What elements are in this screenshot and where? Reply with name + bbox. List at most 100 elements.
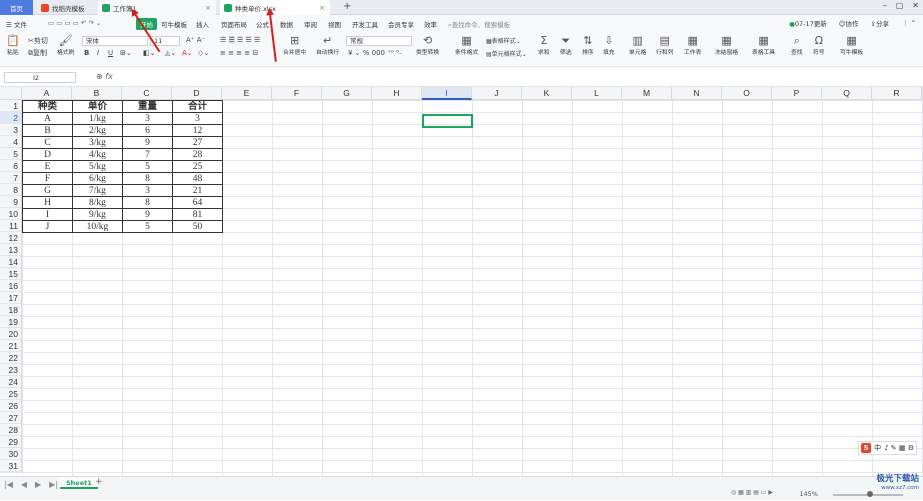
font-color-icon[interactable]: A⌄ [182,49,193,57]
format-painter-button[interactable]: 🖌 格式刷 [57,34,74,56]
table-cell[interactable]: B [22,124,73,137]
table-cell[interactable]: 3 [172,112,223,125]
table-cell[interactable]: 7/kg [72,184,123,197]
row-header[interactable]: 7 [0,172,22,184]
bold-icon[interactable]: B [84,49,89,57]
row-header[interactable]: 31 [0,460,22,472]
column-header[interactable]: H [372,87,422,100]
freeze-button[interactable]: ▦ 冻结窗格 [715,34,738,56]
column-header[interactable]: F [272,87,322,100]
table-cell[interactable]: 10/kg [72,220,123,233]
table-cell[interactable]: 50 [172,220,223,233]
tab-current-file[interactable]: 种类单价.xlsx × [220,0,330,15]
table-cell[interactable]: 81 [172,208,223,221]
table-cell[interactable]: 3 [122,112,173,125]
column-header[interactable]: I [422,87,472,100]
row-header[interactable]: 5 [0,148,22,160]
table-cell[interactable]: 3 [122,184,173,197]
maximize-icon[interactable]: ▢ [896,1,904,10]
fill-bucket-icon[interactable]: ◬⌄ [165,49,176,57]
quick-access-icons[interactable]: ▭ ▭ ▭ ▭ ↶ ↷ ⌄ [48,19,101,27]
table-cell[interactable]: J [22,220,73,233]
table-cell[interactable]: 3/kg [72,136,123,149]
border-icon[interactable]: ⊞⌄ [120,49,132,57]
table-cell[interactable]: 21 [172,184,223,197]
type-convert-button[interactable]: ⟲ 类型转换 [416,34,439,56]
row-header[interactable]: 1 [0,100,22,112]
column-header[interactable]: A [22,87,72,100]
table-cell[interactable]: 27 [172,136,223,149]
row-header[interactable]: 3 [0,124,22,136]
row-header[interactable]: 23 [0,364,22,376]
close-icon[interactable]: × [205,4,211,12]
row-header[interactable]: 21 [0,340,22,352]
menu-item[interactable]: 开发工具 [352,19,378,29]
row-header[interactable]: 25 [0,388,22,400]
row-header[interactable]: 30 [0,448,22,460]
table-cell[interactable]: 1/kg [72,112,123,125]
table-style-button[interactable]: ▦表格样式⌄ [486,36,521,45]
number-format-icons[interactable]: ¥ ⌄ % 000 ⁺⁰ ⁰₋ [348,49,402,57]
row-header[interactable]: 19 [0,316,22,328]
header-cell[interactable]: 种类 [22,100,73,113]
table-cell[interactable]: 8 [122,172,173,185]
row-header[interactable]: 9 [0,196,22,208]
close-icon[interactable]: × [319,4,325,12]
table-cell[interactable]: 25 [172,160,223,173]
header-cell[interactable]: 重量 [122,100,173,113]
menu-item[interactable]: 可牛模板 [161,19,187,29]
row-header[interactable]: 15 [0,268,22,280]
cell-button[interactable]: ▥ 单元格 [629,34,646,56]
table-cell[interactable]: 5/kg [72,160,123,173]
table-cell[interactable]: 8/kg [72,196,123,209]
table-cell[interactable]: 5 [122,160,173,173]
row-header[interactable]: 13 [0,244,22,256]
merge-center-button[interactable]: ⊞ 合并居中 [283,34,306,56]
row-header[interactable]: 12 [0,232,22,244]
table-cell[interactable]: 48 [172,172,223,185]
cell-style-button[interactable]: ▤单元格样式⌄ [486,49,527,58]
table-cell[interactable]: 6 [122,124,173,137]
close-window-icon[interactable]: ✕ [912,1,919,10]
header-cell[interactable]: 单价 [72,100,123,113]
align-top-icon[interactable]: ☰ ☰ ☰ ☰ ☰ [220,36,260,44]
sheet-tab[interactable]: Sheet1 [60,478,98,489]
row-header[interactable]: 6 [0,160,22,172]
row-header[interactable]: 20 [0,328,22,340]
column-header[interactable]: O [722,87,772,100]
select-all-corner[interactable] [0,87,22,100]
table-cell[interactable]: 9 [122,208,173,221]
new-tab-button[interactable]: + [343,1,351,12]
column-header[interactable]: D [172,87,222,100]
view-icons[interactable]: ◎ ▦ ▥ ▤ ▭ ▶ [731,489,773,496]
row-header[interactable]: 10 [0,208,22,220]
column-header[interactable]: L [572,87,622,100]
column-header[interactable]: J [472,87,522,100]
column-header[interactable]: B [72,87,122,100]
row-header[interactable]: 22 [0,352,22,364]
table-cell[interactable]: 9 [122,136,173,149]
menu-file[interactable]: ☰ 文件 [6,19,27,29]
column-header[interactable]: N [672,87,722,100]
table-cell[interactable]: G [22,184,73,197]
wrap-text-button[interactable]: ↵ 自动换行 [316,34,339,56]
column-header[interactable]: K [522,87,572,100]
table-cell[interactable]: 64 [172,196,223,209]
add-sheet-button[interactable]: + [95,477,103,487]
column-header[interactable]: M [622,87,672,100]
font-grow-icon[interactable]: A⁺ A⁻ [186,36,205,44]
cut-button[interactable]: ✂剪切 [28,36,48,46]
row-header[interactable]: 27 [0,412,22,424]
name-box[interactable]: I2 [4,72,76,83]
table-tools-button[interactable]: ▦ 表格工具 [752,34,775,56]
row-header[interactable]: 28 [0,424,22,436]
zoom-knob[interactable] [867,491,873,497]
sum-button[interactable]: Σ 求和 [538,34,550,56]
menu-item[interactable]: 公式 [256,19,269,29]
sheet-nav[interactable]: |◀ ◀ ▶ ▶| [4,480,58,489]
table-cell[interactable]: E [22,160,73,173]
menu-item[interactable]: 审阅 [304,19,317,29]
row-header[interactable]: 17 [0,292,22,304]
table-cell[interactable]: C [22,136,73,149]
fill-color-icon[interactable]: ◧⌄ [143,49,155,57]
